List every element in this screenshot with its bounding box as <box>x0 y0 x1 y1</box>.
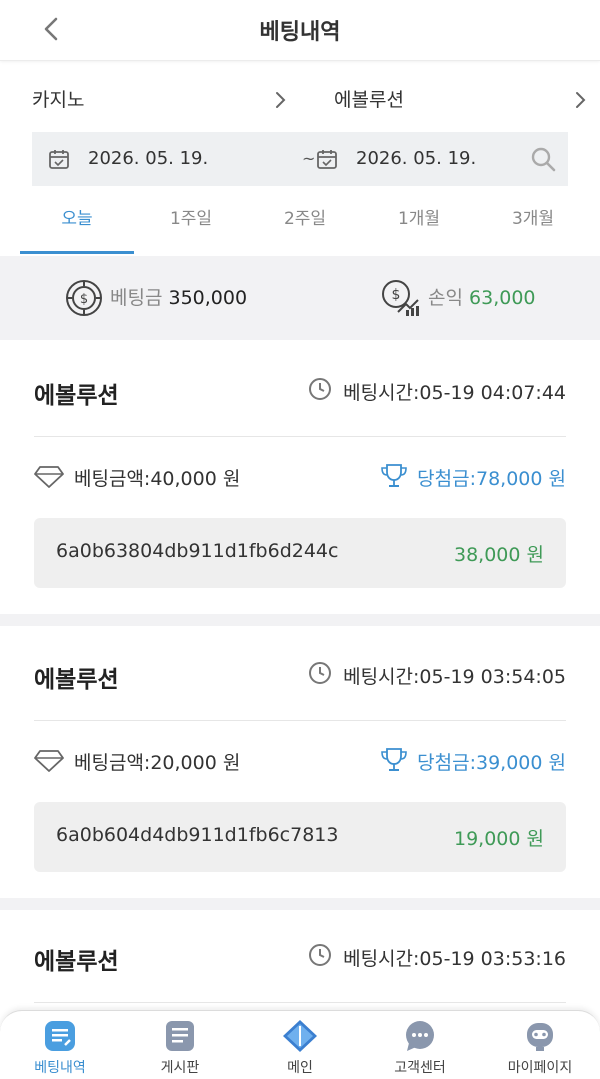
profit-value: 63,000 <box>469 287 536 309</box>
category-label: 카지노 <box>32 89 85 111</box>
main-diamond-icon <box>283 1020 317 1052</box>
chat-bubble-icon <box>406 1021 434 1051</box>
bet-id: 6a0b604d4db911d1fb6c7813 <box>56 824 339 846</box>
profit-summary: $ 손익 63,000 <box>380 278 580 318</box>
win-amount: 당첨금:39,000 원 <box>381 748 566 775</box>
bet-amount: 베팅금액:40,000 원 <box>34 464 240 491</box>
date-from-field[interactable]: 2026. 05. 19. <box>48 132 278 186</box>
win-amount: 당첨금:78,000 원 <box>381 464 566 491</box>
date-range-box: 2026. 05. 19. ~ 2026. 05. 19. <box>32 132 568 186</box>
board-icon <box>166 1021 194 1051</box>
bet-id-box: 6a0b604d4db911d1fb6c7813 19,000 원 <box>34 802 566 872</box>
bet-card: 에볼루션 베팅시간:05-19 04:07:44 베팅금액:40,000 원 당… <box>0 340 600 614</box>
bet-total-value: 350,000 <box>168 287 248 309</box>
bet-game-name: 에볼루션 <box>34 949 119 975</box>
nav-betting-history[interactable]: 베팅내역 <box>0 1019 120 1079</box>
divider <box>34 720 566 721</box>
nav-label: 게시판 <box>160 1060 200 1076</box>
game-label: 에볼루션 <box>334 89 404 111</box>
total-bet-summary: $ 베팅금 350,000 <box>64 278 284 318</box>
chevron-right-icon <box>276 92 286 108</box>
divider <box>34 436 566 437</box>
tab-3-months[interactable]: 3개월 <box>476 196 590 254</box>
summary-panel: $ 베팅금 350,000 $ 손익 63,000 <box>0 256 600 340</box>
bet-amount-text: 베팅금액:40,000 원 <box>74 468 241 490</box>
nav-customer-center[interactable]: 고객센터 <box>360 1019 480 1079</box>
svg-text:$: $ <box>392 287 401 303</box>
tab-1-week[interactable]: 1주일 <box>134 196 248 254</box>
svg-text:$: $ <box>80 292 88 307</box>
date-from-value: 2026. 05. 19. <box>88 148 209 169</box>
trophy-icon <box>381 464 407 487</box>
bet-time-text: 베팅시간:05-19 03:54:05 <box>343 666 566 688</box>
bottom-navigation: 베팅내역 게시판 메인 고객센터 마이페이지 <box>0 1010 600 1079</box>
bet-time-text: 베팅시간:05-19 04:07:44 <box>343 382 566 404</box>
bet-game-name: 에볼루션 <box>34 667 119 693</box>
date-separator: ~ <box>302 149 316 168</box>
win-amount-text: 당첨금:39,000 원 <box>417 752 566 774</box>
category-selector[interactable]: 카지노 <box>32 80 292 120</box>
clock-icon <box>309 944 332 966</box>
chevron-right-icon <box>576 92 586 108</box>
bet-id-box: 6a0b63804db911d1fb6d244c 38,000 원 <box>34 518 566 588</box>
bet-card: 에볼루션 베팅시간:05-19 03:53:16 <box>0 910 600 1010</box>
divider <box>34 1002 566 1003</box>
date-to-field[interactable]: 2026. 05. 19. <box>316 132 516 186</box>
nav-main[interactable]: 메인 <box>240 1019 360 1079</box>
win-amount-text: 당첨금:78,000 원 <box>417 468 566 490</box>
tab-today[interactable]: 오늘 <box>20 196 134 254</box>
top-app-bar: 베팅내역 <box>0 0 600 61</box>
nav-my-page[interactable]: 마이페이지 <box>480 1019 600 1079</box>
profit-growth-icon: $ <box>382 280 419 316</box>
calendar-icon <box>49 150 69 169</box>
nav-label: 메인 <box>287 1060 313 1076</box>
card-separator <box>0 898 600 910</box>
diamond-icon <box>34 466 64 488</box>
search-icon[interactable] <box>530 146 556 172</box>
nav-label: 베팅내역 <box>34 1060 86 1076</box>
bet-profit: 19,000 원 <box>453 828 544 850</box>
page-title: 베팅내역 <box>259 20 341 45</box>
bet-time: 베팅시간:05-19 03:54:05 <box>309 662 566 689</box>
robot-avatar-icon <box>527 1023 553 1051</box>
nav-label: 고객센터 <box>394 1060 446 1076</box>
tab-1-month[interactable]: 1개월 <box>362 196 476 254</box>
card-separator <box>0 614 600 626</box>
bet-time: 베팅시간:05-19 04:07:44 <box>309 378 566 405</box>
betting-history-icon <box>45 1021 75 1051</box>
period-tabs: 오늘 1주일 2주일 1개월 3개월 <box>20 196 590 254</box>
casino-chip-icon: $ <box>66 280 102 316</box>
bet-card: 에볼루션 베팅시간:05-19 03:54:05 베팅금액:20,000 원 당… <box>0 626 600 898</box>
tab-2-weeks[interactable]: 2주일 <box>248 196 362 254</box>
filter-row: 카지노 에볼루션 <box>0 80 600 120</box>
clock-icon <box>309 662 332 684</box>
diamond-icon <box>34 750 64 772</box>
bet-amount: 베팅금액:20,000 원 <box>34 748 240 775</box>
trophy-icon <box>381 748 407 771</box>
bet-amount-text: 베팅금액:20,000 원 <box>74 752 241 774</box>
profit-label: 손익 <box>428 287 463 309</box>
nav-board[interactable]: 게시판 <box>120 1019 240 1079</box>
bet-total-label: 베팅금 <box>110 287 163 309</box>
bet-id: 6a0b63804db911d1fb6d244c <box>56 540 339 562</box>
calendar-icon <box>317 150 337 169</box>
nav-label: 마이페이지 <box>507 1060 573 1076</box>
bet-game-name: 에볼루션 <box>34 383 119 409</box>
bet-profit: 38,000 원 <box>453 544 544 566</box>
bet-time: 베팅시간:05-19 03:53:16 <box>309 944 566 971</box>
date-to-value: 2026. 05. 19. <box>356 148 477 169</box>
clock-icon <box>309 378 332 400</box>
bet-time-text: 베팅시간:05-19 03:53:16 <box>343 948 566 970</box>
game-selector[interactable]: 에볼루션 <box>334 80 592 120</box>
